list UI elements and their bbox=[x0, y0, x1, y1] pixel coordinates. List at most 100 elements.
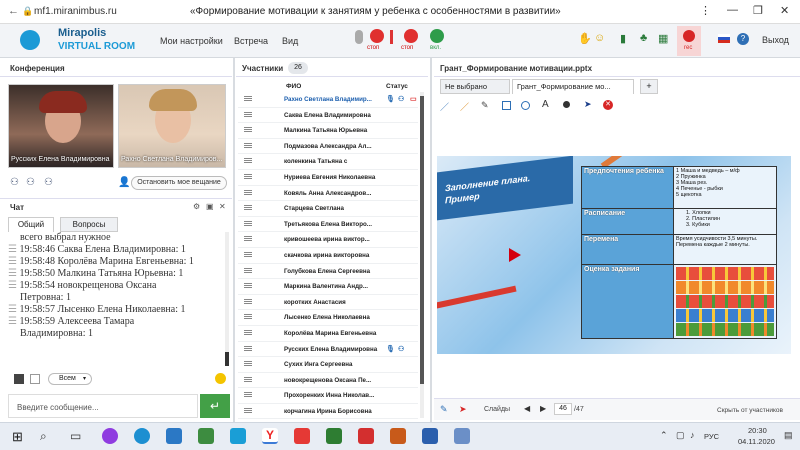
chat-tab-questions[interactable]: Вопросы bbox=[60, 217, 118, 232]
emoji-icon[interactable]: ☺ bbox=[594, 32, 605, 44]
prev-slide-icon[interactable]: ◀ bbox=[524, 404, 530, 413]
drag-handle-icon[interactable] bbox=[244, 173, 252, 179]
restore-icon[interactable]: ❐ bbox=[753, 4, 763, 17]
drag-handle-icon[interactable] bbox=[244, 251, 252, 257]
video-tile-1[interactable]: Русских Елена Владимировна bbox=[8, 84, 114, 168]
hide-from-participants-button[interactable]: Скрыть от участников bbox=[717, 407, 783, 414]
store-icon[interactable] bbox=[166, 428, 182, 444]
participant-row[interactable]: Ковяль Анна Александров... bbox=[238, 186, 418, 202]
participant-row[interactable]: Нуриева Евгения Николаевна bbox=[238, 170, 418, 186]
participant-row[interactable]: новокрещенова Оксана Пе... bbox=[238, 373, 418, 389]
user-settings-icon[interactable]: ⚇ bbox=[26, 177, 35, 188]
pointer-toggle-icon[interactable]: ➤ bbox=[459, 404, 467, 415]
menu-view[interactable]: Вид bbox=[282, 36, 298, 46]
back-icon[interactable]: ← bbox=[8, 5, 19, 17]
volume-tray-icon[interactable]: ♪ bbox=[690, 430, 695, 440]
participant-row[interactable]: коленкина Татьяна с bbox=[238, 154, 418, 170]
participant-row[interactable]: Рахно Светлана Владимир... 🎙 ⚇ ▭ bbox=[238, 92, 418, 108]
pen-icon[interactable]: ／ bbox=[440, 100, 449, 113]
drag-handle-icon[interactable] bbox=[244, 220, 252, 226]
drag-handle-icon[interactable] bbox=[244, 407, 252, 413]
cortana-icon[interactable] bbox=[102, 428, 118, 444]
tray-chevron-icon[interactable]: ⌃ bbox=[660, 430, 668, 441]
edge-icon[interactable] bbox=[134, 428, 150, 444]
clock-time[interactable]: 20:30 bbox=[748, 426, 767, 435]
participant-row[interactable]: скачкова ирина викторовна bbox=[238, 248, 418, 264]
app-window-icon[interactable] bbox=[454, 428, 470, 444]
app-l-icon[interactable] bbox=[230, 428, 246, 444]
chat-input[interactable]: Введите сообщение... bbox=[8, 394, 198, 418]
participant-row[interactable]: корчагина Ирина Борисовна bbox=[238, 404, 418, 420]
chat-tab-general[interactable]: Общий bbox=[8, 217, 54, 232]
chat-settings-icon[interactable]: ⚙ bbox=[193, 202, 200, 211]
screen-share-icon[interactable]: ▭ bbox=[410, 95, 417, 103]
minimize-icon[interactable]: — bbox=[727, 4, 738, 16]
tab-presentation[interactable]: Грант_Формирование мо... bbox=[512, 79, 634, 94]
word-icon[interactable] bbox=[422, 428, 438, 444]
camera-stop-button[interactable] bbox=[404, 29, 418, 43]
drag-handle-icon[interactable] bbox=[244, 189, 252, 195]
chat-scrollbar[interactable] bbox=[225, 232, 229, 366]
send-button[interactable]: ↵ bbox=[200, 394, 230, 418]
raise-hand-icon[interactable]: ✋ bbox=[578, 32, 592, 45]
video-tile-2[interactable]: Рахно Светлана Владимиров... bbox=[118, 84, 226, 168]
smiley-icon[interactable] bbox=[215, 373, 226, 384]
participant-row[interactable]: Прохоренких Инна Николав... bbox=[238, 388, 418, 404]
mic-stop-button[interactable] bbox=[370, 29, 384, 43]
microphone-icon[interactable]: 🎙 bbox=[386, 345, 395, 353]
participant-row[interactable]: Королёва Марина Евгеньевна bbox=[238, 326, 418, 342]
drag-handle-icon[interactable] bbox=[244, 314, 252, 320]
participant-row[interactable]: Старцева Светлана bbox=[238, 201, 418, 217]
drag-handle-icon[interactable] bbox=[244, 236, 252, 242]
drag-handle-icon[interactable] bbox=[244, 96, 252, 101]
language-flag-icon[interactable] bbox=[718, 34, 730, 43]
col-name-header[interactable]: ФИО bbox=[286, 83, 301, 90]
user-camera-icon[interactable]: ⚇ bbox=[44, 177, 53, 188]
draw-toggle-icon[interactable]: ✎ bbox=[440, 404, 448, 415]
shopping-icon[interactable] bbox=[198, 428, 214, 444]
drag-handle-icon[interactable] bbox=[244, 329, 252, 335]
url-text[interactable]: mf1.miranimbus.ru bbox=[34, 6, 117, 17]
drag-handle-icon[interactable] bbox=[244, 127, 252, 133]
drag-handle-icon[interactable] bbox=[244, 345, 252, 351]
network-icon[interactable]: ♣ bbox=[640, 32, 647, 44]
participant-row[interactable]: Маркина Валентина Андр... bbox=[238, 279, 418, 295]
current-slide-input[interactable]: 46 bbox=[554, 403, 572, 415]
menu-meeting[interactable]: Встреча bbox=[234, 36, 268, 46]
tab-not-selected[interactable]: Не выбрано bbox=[440, 79, 510, 94]
marker-icon[interactable]: ✎ bbox=[481, 100, 489, 111]
drag-handle-icon[interactable] bbox=[244, 111, 252, 117]
clock-date[interactable]: 04.11.2020 bbox=[738, 437, 775, 446]
color-dot-icon[interactable] bbox=[563, 101, 570, 108]
camera-status-icon[interactable]: ⚇ bbox=[398, 345, 404, 353]
language-indicator[interactable]: РУС bbox=[704, 432, 719, 441]
slides-label[interactable]: Слайды bbox=[484, 406, 510, 413]
exit-button[interactable]: Выход bbox=[762, 35, 789, 45]
stats-icon[interactable]: ▮ bbox=[620, 32, 626, 45]
network-tray-icon[interactable]: ▢ bbox=[676, 430, 685, 441]
drag-handle-icon[interactable] bbox=[244, 158, 252, 164]
notifications-icon[interactable]: ▤ bbox=[784, 430, 793, 441]
drag-handle-icon[interactable] bbox=[244, 142, 252, 148]
search-icon[interactable]: ⌕ bbox=[40, 429, 47, 444]
participant-row[interactable]: кривошеева ирина виктор... bbox=[238, 232, 418, 248]
close-icon[interactable]: ✕ bbox=[780, 4, 789, 17]
drag-handle-icon[interactable] bbox=[244, 298, 252, 304]
text-tool-icon[interactable]: A bbox=[542, 99, 549, 110]
powerpoint-icon[interactable] bbox=[390, 428, 406, 444]
participant-row[interactable]: Сухих Инга Сергеевна bbox=[238, 357, 418, 373]
pencil-icon[interactable]: ／ bbox=[460, 100, 469, 113]
layout-icon[interactable]: ▦ bbox=[658, 32, 668, 45]
drag-handle-icon[interactable] bbox=[244, 205, 252, 211]
menu-my-settings[interactable]: Мои настройки bbox=[160, 36, 223, 46]
yandex-browser-icon[interactable]: Y bbox=[262, 428, 278, 444]
drag-handle-icon[interactable] bbox=[244, 376, 252, 382]
excel-icon[interactable] bbox=[326, 428, 342, 444]
audience-select[interactable]: Всем ▾ bbox=[48, 373, 92, 385]
participant-row[interactable]: Лысенко Елена Николаевна bbox=[238, 310, 418, 326]
share-on-button[interactable] bbox=[430, 29, 444, 43]
stop-broadcast-button[interactable]: Остановить мое вещание bbox=[131, 176, 227, 190]
rectangle-icon[interactable] bbox=[502, 101, 511, 110]
drag-handle-icon[interactable] bbox=[244, 392, 252, 398]
help-icon[interactable]: ? bbox=[737, 33, 749, 45]
